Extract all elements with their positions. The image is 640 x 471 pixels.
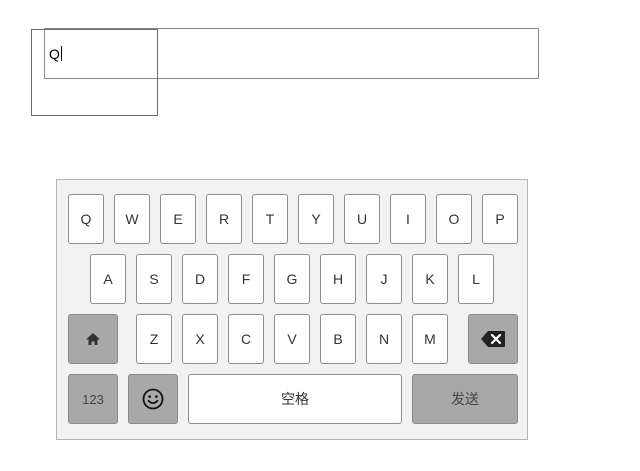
key-a[interactable]: A — [90, 254, 126, 304]
key-h[interactable]: H — [320, 254, 356, 304]
key-g[interactable]: G — [274, 254, 310, 304]
smiley-icon — [142, 388, 164, 410]
key-x[interactable]: X — [182, 314, 218, 364]
key-t[interactable]: T — [252, 194, 288, 244]
numbers-key[interactable]: 123 — [68, 374, 118, 424]
key-u[interactable]: U — [344, 194, 380, 244]
key-b[interactable]: B — [320, 314, 356, 364]
key-p[interactable]: P — [482, 194, 518, 244]
key-s[interactable]: S — [136, 254, 172, 304]
key-i[interactable]: I — [390, 194, 426, 244]
space-key[interactable]: 空格 — [188, 374, 402, 424]
text-caret — [60, 46, 62, 61]
key-f[interactable]: F — [228, 254, 264, 304]
backspace-key[interactable] — [468, 314, 518, 364]
key-y[interactable]: Y — [298, 194, 334, 244]
key-q[interactable]: Q — [68, 194, 104, 244]
send-key[interactable]: 发送 — [412, 374, 518, 424]
key-v[interactable]: V — [274, 314, 310, 364]
key-j[interactable]: J — [366, 254, 402, 304]
input-value: Q — [49, 46, 62, 62]
key-c[interactable]: C — [228, 314, 264, 364]
key-z[interactable]: Z — [136, 314, 172, 364]
key-o[interactable]: O — [436, 194, 472, 244]
key-d[interactable]: D — [182, 254, 218, 304]
key-m[interactable]: M — [412, 314, 448, 364]
virtual-keyboard: Q W E R T Y U I O P A S D F G H J K L Z … — [56, 179, 528, 440]
key-e[interactable]: E — [160, 194, 196, 244]
key-r[interactable]: R — [206, 194, 242, 244]
home-icon — [86, 333, 100, 345]
key-n[interactable]: N — [366, 314, 402, 364]
text-input[interactable]: Q — [44, 28, 539, 79]
key-k[interactable]: K — [412, 254, 448, 304]
key-w[interactable]: W — [114, 194, 150, 244]
backspace-icon — [481, 331, 505, 347]
emoji-key[interactable] — [128, 374, 178, 424]
shift-key[interactable] — [68, 314, 118, 364]
key-l[interactable]: L — [458, 254, 494, 304]
